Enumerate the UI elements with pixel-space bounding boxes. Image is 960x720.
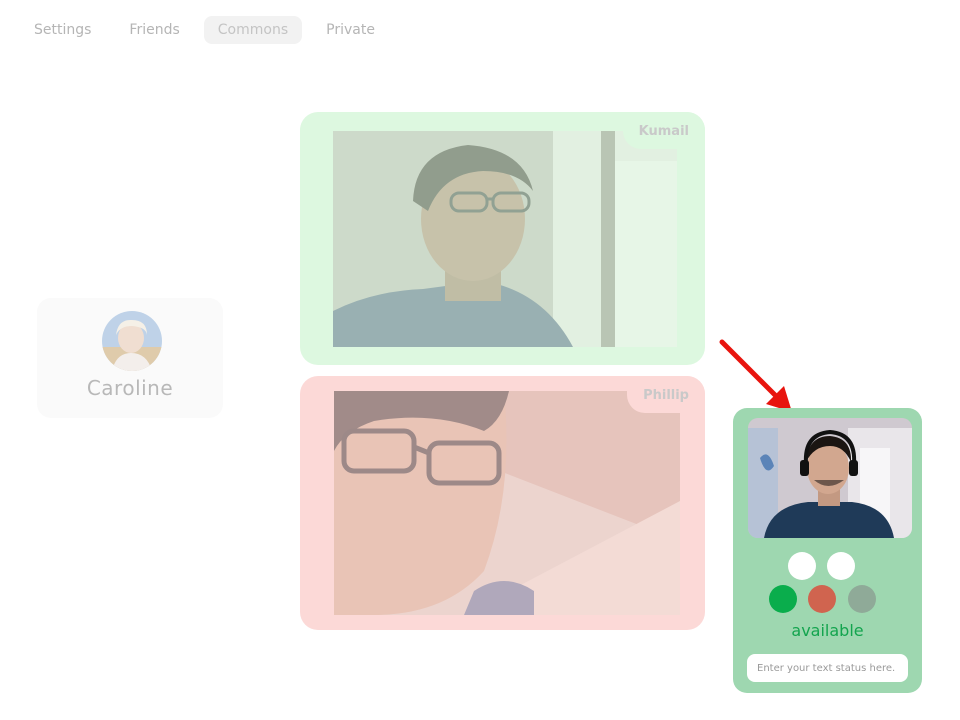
participant-name-kumail: Kumail <box>622 112 705 149</box>
tab-commons[interactable]: Commons <box>203 16 303 44</box>
app-window: Settings Friends Commons Private Carolin… <box>0 0 960 720</box>
video-feed-kumail <box>333 131 677 347</box>
call-panel-phillip[interactable]: Phillip <box>300 376 705 630</box>
toggle-button-1[interactable] <box>788 552 816 580</box>
toggle-button-2[interactable] <box>827 552 855 580</box>
contact-card-caroline[interactable]: Caroline <box>37 298 223 418</box>
contact-name: Caroline <box>86 376 174 400</box>
tab-friends[interactable]: Friends <box>115 16 193 44</box>
self-video-feed <box>748 418 912 538</box>
self-panel: available <box>733 408 922 693</box>
status-available-button[interactable] <box>769 585 797 613</box>
participant-name-phillip: Phillip <box>627 376 705 413</box>
tab-settings[interactable]: Settings <box>20 16 105 44</box>
status-busy-button[interactable] <box>808 585 836 613</box>
call-panel-kumail[interactable]: Kumail <box>300 112 705 365</box>
video-feed-phillip <box>334 391 680 615</box>
avatar <box>102 311 162 371</box>
status-label: available <box>791 621 864 640</box>
tab-private[interactable]: Private <box>312 16 389 44</box>
status-text-input[interactable] <box>747 654 908 682</box>
pointer-arrow-icon <box>719 339 792 412</box>
status-away-button[interactable] <box>848 585 876 613</box>
top-nav: Settings Friends Commons Private <box>20 16 389 44</box>
